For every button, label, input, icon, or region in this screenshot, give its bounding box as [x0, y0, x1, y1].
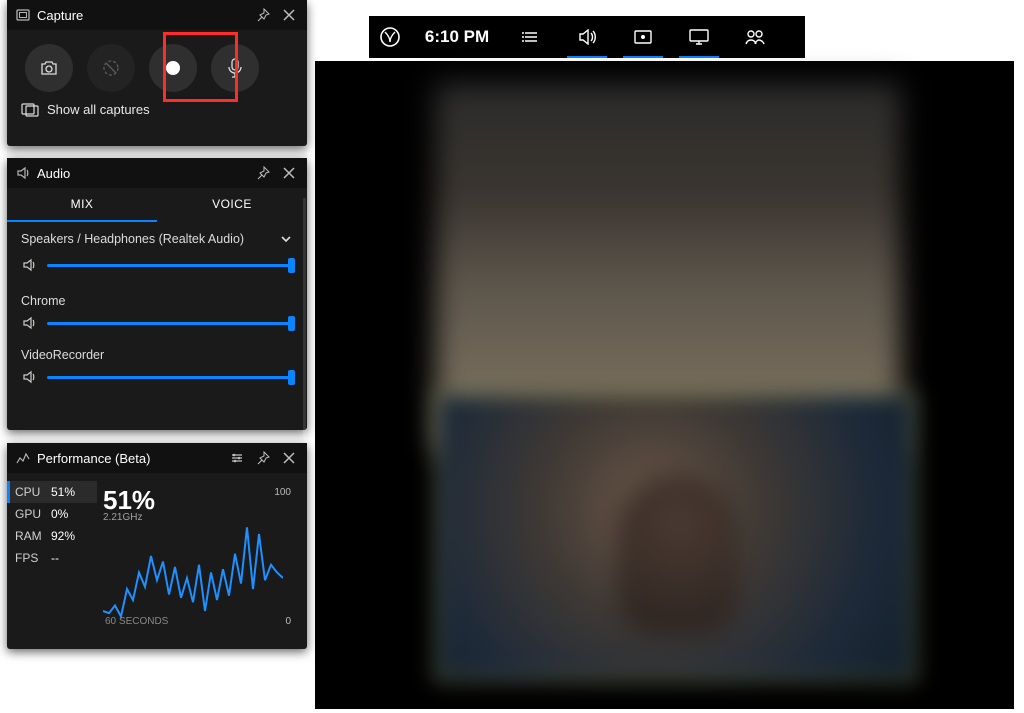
background-strip — [7, 147, 307, 157]
widgets-menu-button[interactable] — [503, 16, 559, 58]
record-last-icon — [101, 58, 121, 78]
clock: 6:10 PM — [411, 16, 503, 58]
close-icon[interactable] — [279, 448, 299, 468]
device-volume-slider[interactable] — [21, 254, 293, 276]
capture-panel: Capture S — [7, 0, 307, 146]
audio-device-name: Speakers / Headphones (Realtek Audio) — [21, 232, 244, 246]
person-silhouette — [618, 475, 738, 635]
settings-icon[interactable] — [227, 448, 247, 468]
xbox-icon — [380, 27, 400, 47]
show-all-captures-link[interactable]: Show all captures — [7, 102, 307, 129]
list-icon — [522, 30, 540, 44]
stat-value: 0% — [51, 507, 68, 521]
tab-voice-label: VOICE — [212, 197, 252, 211]
tab-mix-label: MIX — [71, 197, 94, 211]
stat-label: RAM — [15, 529, 45, 543]
performance-panel: Performance (Beta) CPU 51% GPU 0% RAM 92% F… — [7, 443, 307, 649]
chart-ymin: 0 — [285, 616, 291, 627]
perf-subhead: 2.21GHz — [103, 512, 293, 523]
capture-icon — [634, 29, 652, 45]
audio-device-section: Speakers / Headphones (Realtek Audio) Ch… — [7, 222, 307, 400]
stat-fps[interactable]: FPS -- — [7, 547, 97, 569]
chevron-down-icon[interactable] — [279, 232, 293, 246]
social-widget-button[interactable] — [727, 16, 783, 58]
perf-stat-list: CPU 51% GPU 0% RAM 92% FPS -- — [7, 481, 97, 633]
performance-widget-button[interactable] — [671, 16, 727, 58]
perf-chart: 51% 2.21GHz 100 0 60 SECONDS — [97, 481, 303, 633]
audio-panel: Audio MIX VOICE Speakers / Headphones (R… — [7, 158, 307, 430]
capture-widget-icon — [15, 7, 31, 23]
video-feed-self — [435, 393, 916, 681]
speaker-icon — [21, 258, 37, 272]
record-last-button[interactable] — [87, 44, 135, 92]
capture-buttons — [7, 30, 307, 102]
speaker-icon — [15, 165, 31, 181]
capture-title: Capture — [37, 8, 83, 23]
gallery-icon — [21, 103, 39, 117]
stat-ram[interactable]: RAM 92% — [7, 525, 97, 547]
app2-volume-slider[interactable] — [21, 366, 293, 388]
xbox-button[interactable] — [369, 16, 411, 58]
camera-icon — [39, 60, 59, 76]
gamebar-toolbar: 6:10 PM — [369, 16, 805, 58]
audio-title: Audio — [37, 166, 70, 181]
stat-label: CPU — [15, 485, 45, 499]
people-icon — [745, 29, 765, 45]
performance-title: Performance (Beta) — [37, 451, 150, 466]
stat-gpu[interactable]: GPU 0% — [7, 503, 97, 525]
audio-device-row[interactable]: Speakers / Headphones (Realtek Audio) — [21, 232, 293, 246]
pin-icon[interactable] — [253, 448, 273, 468]
speaker-icon — [21, 370, 37, 384]
close-icon[interactable] — [279, 163, 299, 183]
audio-header[interactable]: Audio — [7, 158, 307, 188]
screenshot-button[interactable] — [25, 44, 73, 92]
pin-icon[interactable] — [253, 163, 273, 183]
show-all-label: Show all captures — [47, 102, 150, 117]
pin-icon[interactable] — [253, 5, 273, 25]
audio-widget-button[interactable] — [559, 16, 615, 58]
performance-icon — [15, 450, 31, 466]
tab-mix[interactable]: MIX — [7, 188, 157, 222]
annotation-highlight — [163, 32, 238, 102]
audio-app1-label: Chrome — [21, 294, 293, 308]
speaker-icon — [578, 29, 596, 45]
speaker-icon — [21, 316, 37, 330]
monitor-icon — [689, 29, 709, 45]
audio-tabs: MIX VOICE — [7, 188, 307, 222]
audio-app2-label: VideoRecorder — [21, 348, 293, 362]
chart-ymax: 100 — [274, 487, 291, 498]
tab-voice[interactable]: VOICE — [157, 188, 307, 222]
app1-volume-slider[interactable] — [21, 312, 293, 334]
stat-label: GPU — [15, 507, 45, 521]
stat-label: FPS — [15, 551, 45, 565]
stat-value: 92% — [51, 529, 75, 543]
stat-value: -- — [51, 551, 59, 565]
stat-value: 51% — [51, 485, 75, 499]
chart-xspan: 60 SECONDS — [105, 616, 168, 627]
close-icon[interactable] — [279, 5, 299, 25]
capture-header[interactable]: Capture — [7, 0, 307, 30]
stat-cpu[interactable]: CPU 51% — [7, 481, 97, 503]
video-call-window — [315, 61, 1014, 709]
clock-text: 6:10 PM — [425, 27, 489, 47]
performance-header[interactable]: Performance (Beta) — [7, 443, 307, 473]
capture-widget-button[interactable] — [615, 16, 671, 58]
